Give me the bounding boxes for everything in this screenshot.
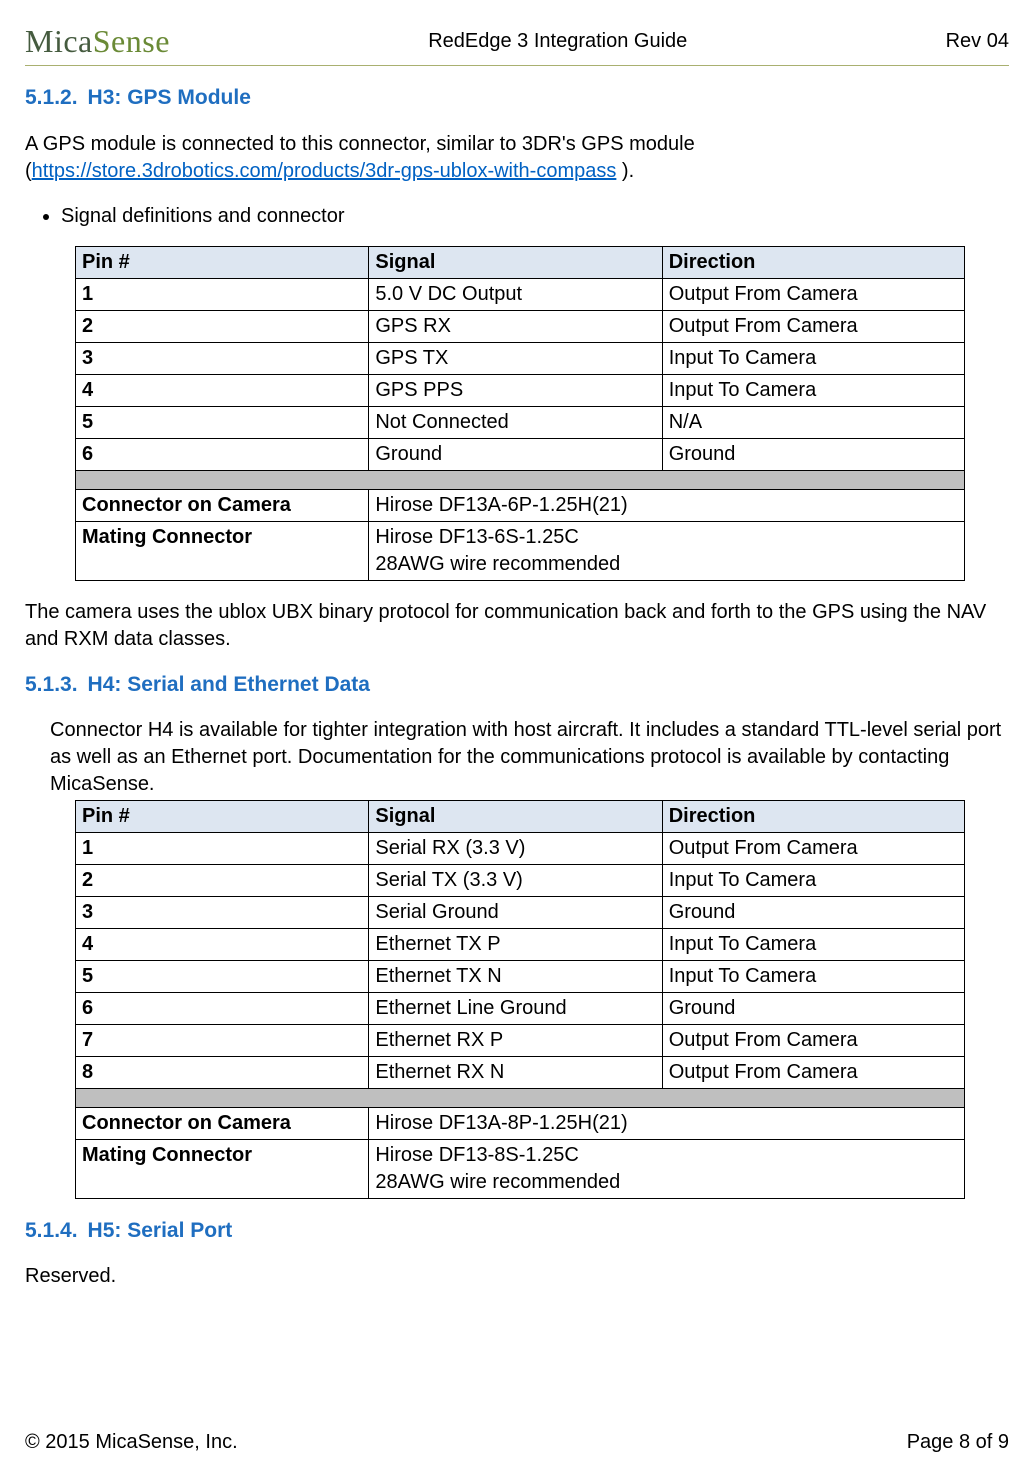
- table-row: 7Ethernet RX POutput From Camera: [76, 1024, 965, 1056]
- table-row: 5Ethernet TX NInput To Camera: [76, 960, 965, 992]
- section-title: H4: Serial and Ethernet Data: [88, 673, 370, 696]
- col-direction: Direction: [662, 246, 964, 278]
- col-pin: Pin #: [76, 246, 369, 278]
- table-separator: [76, 1088, 965, 1107]
- footer-copyright: © 2015 MicaSense, Inc.: [25, 1429, 238, 1456]
- section-512-after: The camera uses the ublox UBX binary pro…: [25, 599, 1009, 653]
- table-row: Connector on CameraHirose DF13A-8P-1.25H…: [76, 1107, 965, 1139]
- bullet-item: Signal definitions and connector: [61, 203, 1009, 230]
- logo: MicaSense: [25, 20, 170, 63]
- section-num: 5.1.4.: [25, 1219, 78, 1242]
- section-title: H3: GPS Module: [88, 86, 251, 109]
- section-title: H5: Serial Port: [88, 1219, 233, 1242]
- section-heading-513: 5.1.3. H4: Serial and Ethernet Data: [25, 671, 1009, 699]
- section-514-body: Reserved.: [25, 1263, 1009, 1290]
- logo-text-accent: Sense: [93, 23, 170, 59]
- section-513-intro: Connector H4 is available for tighter in…: [50, 717, 1009, 798]
- col-direction: Direction: [662, 800, 964, 832]
- intro-text-b: ).: [616, 160, 634, 182]
- section-heading-512: 5.1.2. H3: GPS Module: [25, 84, 1009, 112]
- table-row: 1Serial RX (3.3 V)Output From Camera: [76, 832, 965, 864]
- table-row: 15.0 V DC OutputOutput From Camera: [76, 278, 965, 310]
- table-row: 2GPS RXOutput From Camera: [76, 310, 965, 342]
- table-row: 4GPS PPSInput To Camera: [76, 374, 965, 406]
- table-header-row: Pin # Signal Direction: [76, 246, 965, 278]
- table-row: 4Ethernet TX PInput To Camera: [76, 928, 965, 960]
- section-num: 5.1.2.: [25, 86, 78, 109]
- table-row: Mating ConnectorHirose DF13-6S-1.25C 28A…: [76, 521, 965, 580]
- pinout-table-h4: Pin # Signal Direction 1Serial RX (3.3 V…: [75, 800, 965, 1199]
- section-num: 5.1.3.: [25, 673, 78, 696]
- pinout-table-h3: Pin # Signal Direction 15.0 V DC OutputO…: [75, 246, 965, 581]
- table-row: 5Not ConnectedN/A: [76, 406, 965, 438]
- section-512-intro: A GPS module is connected to this connec…: [25, 131, 1009, 185]
- table-row: 6GroundGround: [76, 438, 965, 470]
- page-header: MicaSense RedEdge 3 Integration Guide Re…: [25, 20, 1009, 66]
- table-row: 2Serial TX (3.3 V)Input To Camera: [76, 864, 965, 896]
- col-signal: Signal: [369, 246, 662, 278]
- page-footer: © 2015 MicaSense, Inc. Page 8 of 9: [25, 1429, 1009, 1456]
- table-row: 8Ethernet RX NOutput From Camera: [76, 1056, 965, 1088]
- col-signal: Signal: [369, 800, 662, 832]
- logo-text-main: Mica: [25, 23, 93, 59]
- table-row: 3GPS TXInput To Camera: [76, 342, 965, 374]
- gps-link[interactable]: https://store.3drobotics.com/products/3d…: [32, 160, 617, 182]
- table-row: 3Serial GroundGround: [76, 896, 965, 928]
- table-row: 6Ethernet Line GroundGround: [76, 992, 965, 1024]
- table-header-row: Pin # Signal Direction: [76, 800, 965, 832]
- col-pin: Pin #: [76, 800, 369, 832]
- table-row: Mating ConnectorHirose DF13-8S-1.25C 28A…: [76, 1139, 965, 1198]
- section-heading-514: 5.1.4. H5: Serial Port: [25, 1217, 1009, 1245]
- doc-title: RedEdge 3 Integration Guide: [428, 28, 687, 55]
- table-row: Connector on CameraHirose DF13A-6P-1.25H…: [76, 489, 965, 521]
- footer-page-number: Page 8 of 9: [907, 1429, 1009, 1456]
- table-separator: [76, 470, 965, 489]
- bullet-list: Signal definitions and connector: [61, 203, 1009, 230]
- doc-revision: Rev 04: [946, 28, 1009, 55]
